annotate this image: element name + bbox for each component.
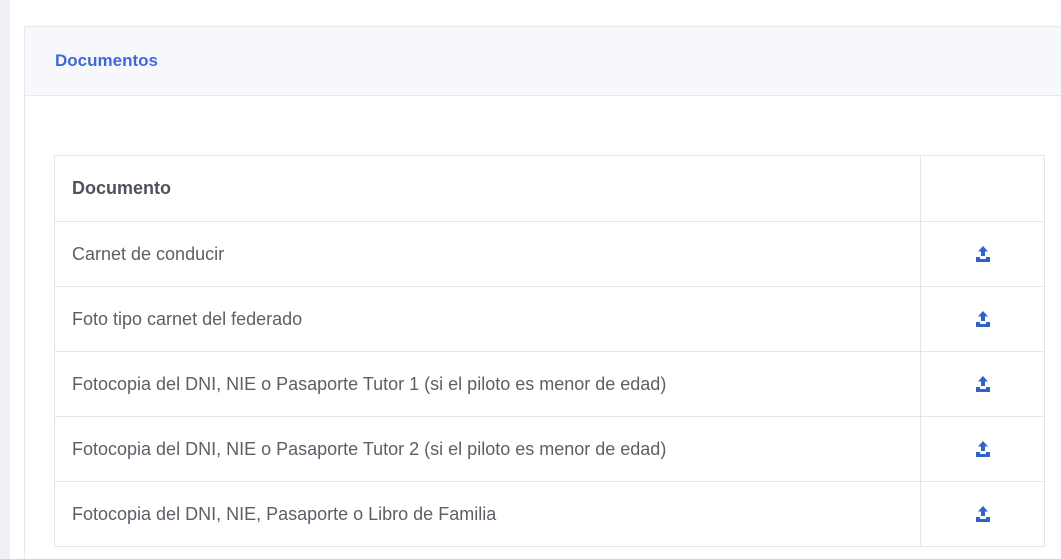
- table-row: Fotocopia del DNI, NIE, Pasaporte o Libr…: [54, 481, 1045, 547]
- table-row: Fotocopia del DNI, NIE o Pasaporte Tutor…: [54, 416, 1045, 482]
- upload-icon[interactable]: [969, 240, 997, 268]
- action-cell: [920, 286, 1045, 352]
- documents-card: Documentos Documento Carnet de conducir …: [24, 26, 1061, 559]
- card-title: Documentos: [55, 51, 158, 70]
- action-cell: [920, 481, 1045, 547]
- table-row: Fotocopia del DNI, NIE o Pasaporte Tutor…: [54, 351, 1045, 417]
- action-cell: [920, 351, 1045, 417]
- document-name: Fotocopia del DNI, NIE, Pasaporte o Libr…: [54, 481, 921, 547]
- column-header-document: Documento: [54, 155, 921, 222]
- table-row: Foto tipo carnet del federado: [54, 286, 1045, 352]
- action-cell: [920, 221, 1045, 287]
- card-header: Documentos: [25, 27, 1061, 96]
- column-header-actions: [920, 155, 1045, 222]
- document-name: Fotocopia del DNI, NIE o Pasaporte Tutor…: [54, 416, 921, 482]
- upload-icon[interactable]: [969, 305, 997, 333]
- document-name: Fotocopia del DNI, NIE o Pasaporte Tutor…: [54, 351, 921, 417]
- upload-icon[interactable]: [969, 500, 997, 528]
- document-name: Foto tipo carnet del federado: [54, 286, 921, 352]
- table-row: Carnet de conducir: [54, 221, 1045, 287]
- upload-icon[interactable]: [969, 370, 997, 398]
- action-cell: [920, 416, 1045, 482]
- documents-table: Documento Carnet de conducir Foto tipo c…: [54, 155, 1045, 547]
- table-header-row: Documento: [54, 155, 1045, 222]
- page-background-strip: [0, 0, 10, 559]
- upload-icon[interactable]: [969, 435, 997, 463]
- document-name: Carnet de conducir: [54, 221, 921, 287]
